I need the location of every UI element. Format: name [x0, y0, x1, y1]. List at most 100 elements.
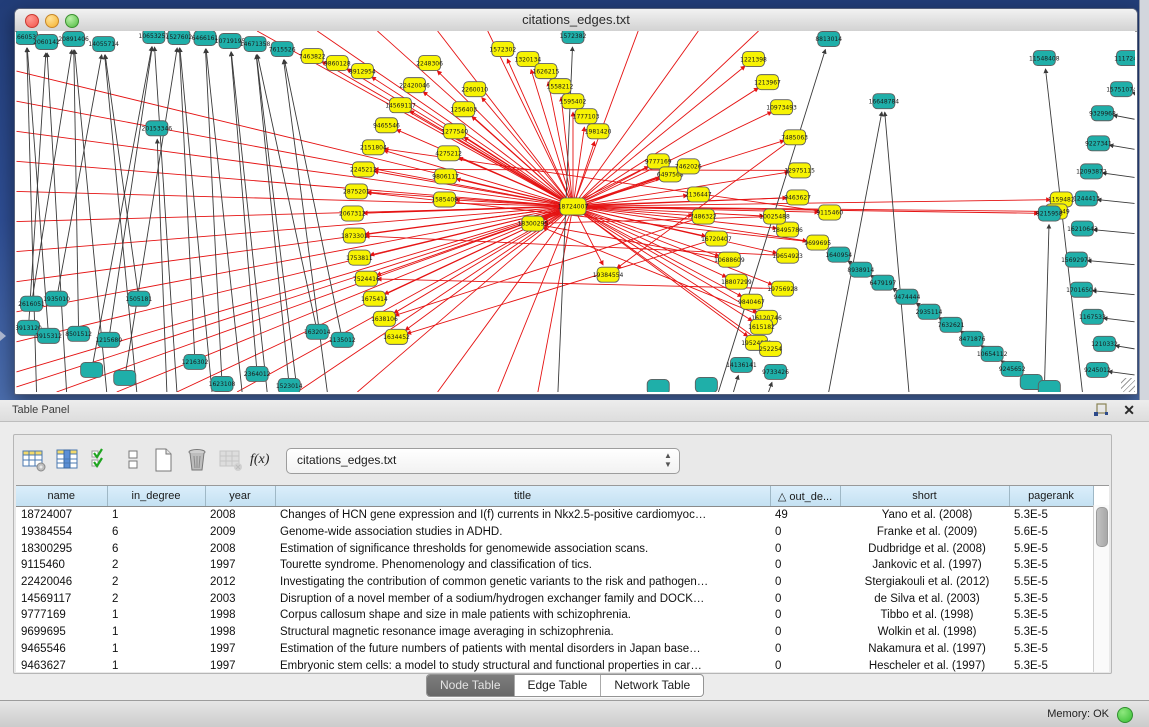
graph-node[interactable]: 2136447 [685, 187, 712, 202]
graph-node[interactable]: 9245012 [1084, 362, 1111, 377]
table-row[interactable]: 911546021997Tourette syndrome. Phenomeno… [16, 557, 1093, 574]
row-height-icon[interactable] [120, 447, 146, 473]
graph-node[interactable]: 1523014 [276, 378, 303, 392]
column-header-year[interactable]: year [205, 486, 275, 507]
graph-node[interactable]: 1256403 [450, 102, 477, 117]
column-select-icon[interactable] [89, 447, 115, 473]
graph-node[interactable] [81, 362, 103, 377]
graph-node[interactable]: 16210643 [1067, 221, 1098, 236]
graph-node[interactable]: 2245212 [350, 162, 377, 177]
graph-node[interactable]: 2616051 [18, 296, 45, 311]
graph-node[interactable]: 1981420 [585, 124, 612, 139]
graph-node[interactable]: 1632014 [304, 324, 331, 339]
column-header-title[interactable]: title [275, 486, 770, 507]
graph-node[interactable]: 12975115 [784, 163, 815, 178]
table-row[interactable]: 977716911998Corpus callosum shape and si… [16, 607, 1093, 624]
table-mode-icon[interactable] [21, 447, 47, 473]
column-show-icon[interactable] [55, 447, 81, 473]
graph-node[interactable]: 11548408 [1029, 51, 1060, 66]
graph-node[interactable]: 7462026 [675, 159, 702, 174]
graph-node[interactable]: 8938914 [847, 262, 874, 277]
graph-node[interactable]: 8501512 [65, 326, 92, 341]
graph-node[interactable]: 9329968 [1089, 106, 1116, 121]
table-row[interactable]: 946554611997Estimation of the future num… [16, 641, 1093, 658]
column-header-outde[interactable]: △ out_de... [770, 486, 840, 507]
graph-node[interactable]: 1615182 [748, 319, 775, 334]
graph-node[interactable]: 2875201 [343, 184, 370, 199]
graph-node[interactable]: 14671358 [240, 37, 271, 52]
graph-node[interactable]: 2248306 [416, 56, 443, 71]
table-row[interactable]: 969969511998Structural magnetic resonanc… [16, 624, 1093, 641]
graph-node[interactable]: 20153346 [142, 121, 173, 136]
graph-node[interactable]: 15751074 [1106, 82, 1135, 97]
network-canvas[interactable]: 1872400716605332060142208914061405571410… [16, 31, 1135, 392]
graph-node[interactable]: 2364012 [244, 366, 271, 381]
network-graph[interactable]: 1872400716605332060142208914061405571410… [16, 31, 1135, 392]
delete-column-icon[interactable] [184, 447, 210, 473]
graph-node[interactable]: 18300295 [518, 216, 549, 231]
table-row[interactable]: 1456911722003Disruption of a novel membe… [16, 590, 1093, 607]
table-row[interactable]: 946362711997Embryonic stem cells: a mode… [16, 657, 1093, 674]
graph-node[interactable]: 14569117 [385, 98, 416, 113]
window-titlebar[interactable]: citations_edges.txt [15, 9, 1137, 32]
graph-node[interactable]: 1572302 [489, 42, 516, 57]
graph-node[interactable] [114, 370, 136, 385]
graph-node[interactable]: 10973493 [766, 100, 797, 115]
function-builder-icon[interactable]: f(x) [250, 447, 276, 473]
graph-node[interactable]: 1277540 [441, 124, 468, 139]
graph-node[interactable]: 8912954 [349, 64, 376, 79]
graph-node[interactable]: 2151804 [360, 140, 387, 155]
graph-node[interactable]: 8471876 [959, 331, 986, 346]
graph-node[interactable]: 9733426 [762, 364, 789, 379]
graph-node[interactable]: 1572382 [560, 31, 587, 44]
graph-node[interactable]: 1221398 [740, 52, 767, 67]
graph-node[interactable]: 9860128 [324, 56, 351, 71]
graph-node[interactable]: 1117243 [1114, 51, 1135, 66]
graph-node[interactable]: 8215958 [1036, 206, 1063, 221]
graph-node[interactable]: 7632621 [938, 317, 965, 332]
graph-node[interactable]: 9463627 [784, 190, 811, 205]
table-row[interactable]: 1872400712008Changes of HCN gene express… [16, 507, 1093, 524]
graph-node[interactable]: 14055714 [88, 37, 119, 52]
graph-node[interactable]: 18807299 [721, 274, 752, 289]
graph-node[interactable]: 1935010 [43, 291, 70, 306]
graph-node[interactable]: 3915312 [35, 328, 62, 343]
graph-node[interactable]: 10025488 [759, 209, 790, 224]
graph-node[interactable]: 6479197 [869, 275, 896, 290]
column-header-short[interactable]: short [840, 486, 1009, 507]
graph-node[interactable]: 9474444 [894, 289, 921, 304]
graph-node[interactable]: 7615526 [269, 42, 296, 57]
float-panel-icon[interactable] [1093, 403, 1109, 418]
graph-node[interactable]: 1216302 [182, 354, 209, 369]
graph-node[interactable]: 22420046 [399, 78, 430, 93]
graph-node[interactable]: 1638106 [371, 311, 398, 326]
graph-node[interactable]: 1505181 [125, 291, 152, 306]
graph-node[interactable]: 7463822 [299, 49, 326, 64]
graph-node[interactable]: 1753811 [346, 250, 373, 265]
graph-node[interactable]: 1675414 [361, 291, 388, 306]
graph-node[interactable]: 1777103 [573, 109, 600, 124]
new-column-icon[interactable] [150, 447, 176, 473]
graph-node[interactable]: 1585409 [431, 192, 458, 207]
graph-node[interactable]: 1213967 [754, 75, 781, 90]
graph-node[interactable]: 15692971 [1061, 252, 1092, 267]
graph-node[interactable]: 19384554 [593, 267, 624, 282]
graph-node[interactable]: 7485063 [781, 130, 808, 145]
scrollbar-thumb[interactable] [1096, 507, 1108, 547]
graph-node[interactable]: 1558212 [547, 79, 574, 94]
graph-node[interactable]: 2260010 [461, 82, 488, 97]
graph-node[interactable] [647, 379, 669, 392]
table-row[interactable]: 1938455462009Genome-wide association stu… [16, 524, 1093, 541]
graph-node[interactable]: 1167533 [1079, 309, 1106, 324]
graph-node[interactable]: 252254 [759, 341, 782, 356]
graph-node[interactable]: 19756928 [767, 281, 798, 296]
graph-node[interactable]: 14136141 [726, 357, 757, 372]
graph-node[interactable]: 8813014 [815, 32, 842, 47]
graph-node[interactable]: 1595402 [560, 94, 587, 109]
combo-stepper-icon[interactable]: ▲▼ [661, 451, 675, 470]
graph-node[interactable]: 16648784 [869, 94, 900, 109]
graph-node[interactable]: 1527602 [166, 31, 193, 45]
graph-node[interactable]: 1873301 [341, 228, 368, 243]
graph-node[interactable]: 19654923 [772, 248, 803, 263]
close-icon[interactable]: ✕ [1123, 402, 1135, 419]
